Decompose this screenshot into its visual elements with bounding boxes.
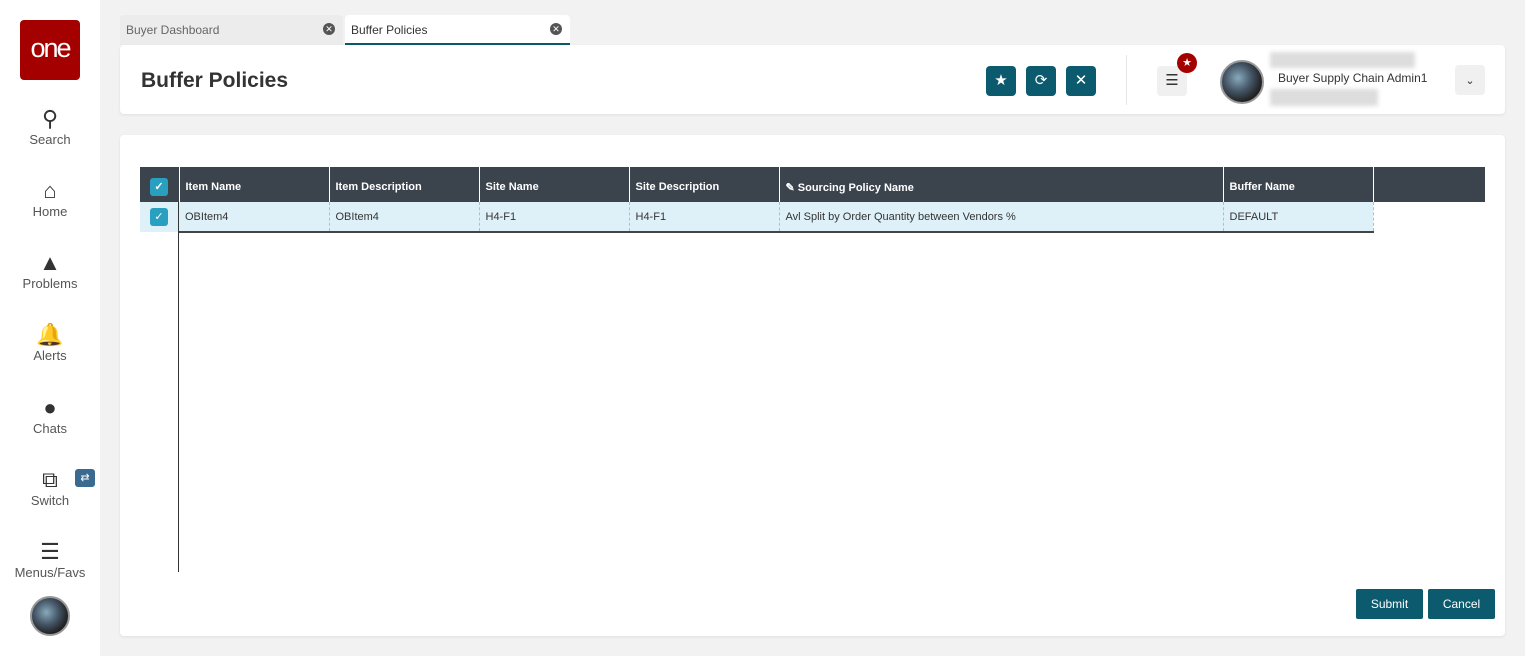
switch-arrows-icon[interactable]: ⇄ — [75, 469, 95, 487]
sidebar-item-home[interactable]: ⌂ Home — [0, 178, 100, 219]
cell-site-description[interactable]: H4-F1 — [629, 202, 780, 233]
star-icon: ★ — [994, 72, 1008, 89]
select-all-checkbox[interactable]: ✓ — [150, 178, 168, 196]
close-icon[interactable]: ✕ — [550, 23, 562, 35]
sidebar-item-label: Search — [29, 132, 71, 147]
sidebar-item-label: Home — [32, 204, 68, 219]
tab-buffer-policies[interactable]: Buffer Policies ✕ — [345, 15, 570, 45]
edit-icon: ✎ — [785, 181, 798, 194]
tab-label: Buyer Dashboard — [126, 23, 220, 37]
sidebar-item-label: Menus/Favs — [14, 565, 86, 580]
home-icon: ⌂ — [43, 178, 57, 203]
sidebar-item-label: Problems — [22, 276, 78, 291]
column-header-item-name[interactable]: Item Name — [179, 167, 330, 202]
frozen-column-divider — [178, 202, 179, 572]
row-checkbox[interactable]: ✓ — [150, 208, 168, 226]
divider — [1126, 55, 1127, 105]
refresh-button[interactable]: ⟳ — [1026, 66, 1056, 96]
tab-label: Buffer Policies — [351, 23, 428, 37]
submit-button[interactable]: Submit — [1356, 589, 1423, 619]
column-header-item-description[interactable]: Item Description — [329, 167, 480, 202]
sidebar-item-label: Chats — [33, 421, 67, 436]
buffer-policies-table: ✓ Item Name Item Description Site Name S… — [140, 167, 1374, 233]
table-header-row: ✓ Item Name Item Description Site Name S… — [140, 167, 1374, 202]
chevron-down-icon: ⌄ — [1465, 75, 1475, 87]
bell-icon: 🔔 — [36, 322, 64, 347]
blurred-user-org — [1270, 89, 1378, 106]
blurred-user-name — [1270, 52, 1415, 68]
column-header-buffer-name[interactable]: Buffer Name — [1223, 167, 1374, 202]
page-header: Buffer Policies ★ ⟳ ✕ ☰ ★ Buyer Supply C… — [120, 45, 1505, 114]
sidebar-item-menus-favs[interactable]: ☰ Menus/Favs — [0, 539, 100, 580]
page-title: Buffer Policies — [141, 69, 289, 92]
favorite-button[interactable]: ★ — [986, 66, 1016, 96]
close-icon[interactable]: ✕ — [323, 23, 335, 35]
cell-sourcing-policy-name[interactable]: Avl Split by Order Quantity between Vend… — [779, 202, 1224, 233]
column-header-site-description[interactable]: Site Description — [629, 167, 780, 202]
avatar[interactable] — [30, 596, 70, 636]
column-header-site-name[interactable]: Site Name — [479, 167, 630, 202]
chat-icon: ● — [43, 395, 57, 420]
table-row[interactable]: ✓ OBItem4 OBItem4 H4-F1 H4-F1 Avl Split … — [140, 202, 1374, 233]
cell-item-description[interactable]: OBItem4 — [329, 202, 480, 233]
sidebar-item-search[interactable]: ⚲ Search — [0, 106, 100, 147]
sidebar-item-label: Alerts — [33, 348, 67, 363]
cell-site-name[interactable]: H4-F1 — [479, 202, 630, 233]
sidebar-item-chats[interactable]: ● Chats — [0, 395, 100, 436]
cell-buffer-name[interactable]: DEFAULT — [1223, 202, 1374, 233]
favorites-badge-star-icon: ★ — [1177, 53, 1197, 73]
cell-item-name[interactable]: OBItem4 — [179, 202, 330, 233]
column-label: Sourcing Policy Name — [797, 181, 914, 194]
row-select-cell: ✓ — [140, 202, 179, 232]
logo[interactable]: one — [20, 20, 80, 80]
user-menu-dropdown[interactable]: ⌄ — [1455, 65, 1485, 95]
sidebar-item-label: Switch — [30, 493, 70, 508]
user-role: Buyer Supply Chain Admin1 — [1278, 71, 1428, 85]
sidebar-item-alerts[interactable]: 🔔 Alerts — [0, 322, 100, 363]
user-avatar[interactable] — [1220, 60, 1264, 104]
menu-icon: ☰ — [1165, 72, 1179, 89]
sidebar-item-problems[interactable]: ▲ Problems — [0, 250, 100, 291]
close-icon: ✕ — [1074, 72, 1088, 89]
select-all-header: ✓ — [140, 167, 180, 202]
search-icon: ⚲ — [41, 106, 59, 131]
table-header-filler — [1373, 167, 1485, 202]
column-header-sourcing-policy-name[interactable]: ✎ Sourcing Policy Name — [779, 167, 1224, 202]
menu-icon: ☰ — [40, 539, 60, 564]
warning-icon: ▲ — [39, 250, 61, 275]
refresh-icon: ⟳ — [1034, 72, 1048, 89]
close-button[interactable]: ✕ — [1066, 66, 1096, 96]
cancel-button[interactable]: Cancel — [1428, 589, 1495, 619]
main-panel: ✓ Item Name Item Description Site Name S… — [120, 135, 1505, 636]
sidebar: one ⚲ Search ⌂ Home ▲ Problems 🔔 Alerts ● Cha… — [0, 0, 100, 656]
tab-buyer-dashboard[interactable]: Buyer Dashboard ✕ — [120, 15, 343, 45]
